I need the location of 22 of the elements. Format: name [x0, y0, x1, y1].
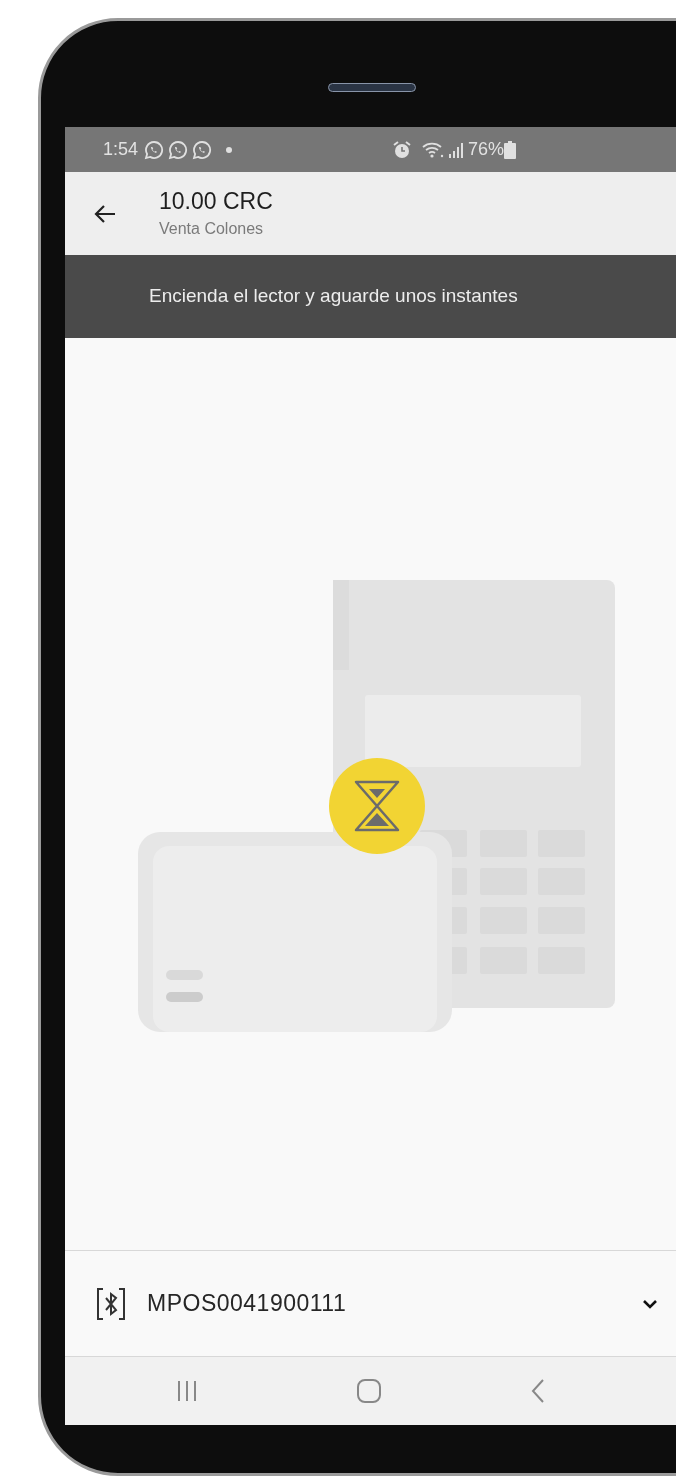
dot-icon: [226, 146, 233, 153]
bluetooth-icon: [97, 1287, 125, 1320]
chat-bubble-icon: [192, 139, 213, 160]
hourglass-icon: [329, 758, 425, 854]
amount-title: 10.00 CRC: [159, 186, 273, 215]
chat-bubble-icon: [144, 139, 165, 160]
transaction-subtitle: Venta Colones: [159, 218, 265, 239]
wifi-icon: [422, 140, 445, 159]
battery-icon: [504, 140, 517, 159]
battery-percent-text: 76%: [468, 138, 505, 161]
clock-text: 1:54: [103, 138, 139, 161]
device-name: MPOS0041900111: [147, 1289, 347, 1319]
device-selector[interactable]: MPOS0041900111: [65, 1250, 676, 1357]
alarm-icon: [392, 139, 413, 160]
signal-icon: [448, 140, 465, 159]
instruction-text: Encienda el lector y aguarde unos instantes: [149, 284, 518, 309]
chevron-down-icon: [642, 1298, 658, 1309]
home-icon[interactable]: [356, 1378, 382, 1404]
chat-bubble-icon: [168, 139, 189, 160]
recent-apps-icon[interactable]: [175, 1379, 199, 1403]
back-arrow-icon: [94, 203, 116, 224]
back-icon[interactable]: [530, 1378, 546, 1404]
